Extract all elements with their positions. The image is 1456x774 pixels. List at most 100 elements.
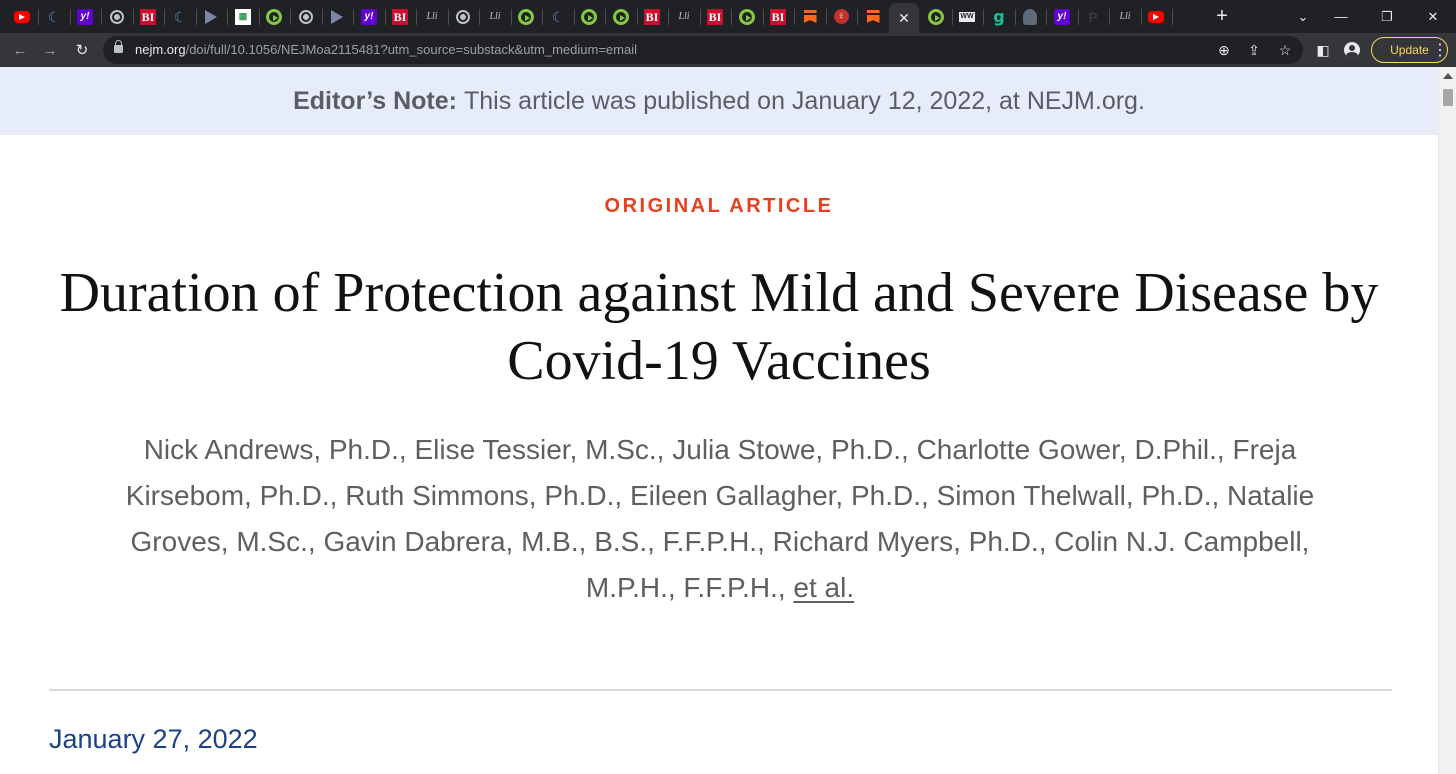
business-insider-icon: BI: [644, 8, 660, 25]
tab[interactable]: Lli: [417, 4, 447, 29]
tab[interactable]: BI: [637, 4, 667, 29]
editor-note-label: Editor’s Note:: [293, 86, 457, 115]
tab[interactable]: [732, 4, 762, 29]
tab[interactable]: [921, 4, 951, 29]
tab[interactable]: y!: [1047, 4, 1077, 29]
tab[interactable]: [1141, 4, 1171, 29]
rumble-icon: [581, 8, 597, 25]
grid-icon: ▦: [235, 8, 251, 25]
browser-menu-button[interactable]: ⋮: [1431, 37, 1449, 63]
tab[interactable]: ☾: [165, 4, 195, 29]
tab[interactable]: y!: [354, 4, 384, 29]
minimize-button[interactable]: —: [1318, 0, 1364, 33]
url-host: nejm.org: [135, 42, 186, 57]
rumble-icon: [266, 8, 282, 25]
author-list: Nick Andrews, Ph.D., Elise Tessier, M.Sc…: [110, 427, 1330, 611]
person-icon: [1023, 8, 1037, 25]
tab[interactable]: ☾: [39, 4, 69, 29]
tab-active[interactable]: ✕: [889, 3, 919, 33]
grammarly-icon: g: [993, 6, 1005, 26]
browser-toolbar: ← → ↻ nejm.org/doi/full/10.1056/NEJMoa21…: [0, 33, 1456, 67]
tab[interactable]: ☾: [543, 4, 573, 29]
forward-button[interactable]: →: [37, 37, 63, 63]
profile-icon: [1344, 42, 1360, 58]
page-scrollbar[interactable]: [1438, 67, 1456, 774]
page-viewport: Editor’s Note: This article was publishe…: [0, 67, 1438, 774]
tab[interactable]: [196, 4, 226, 29]
globe-icon: [299, 9, 313, 24]
lock-icon[interactable]: [114, 40, 123, 53]
podcast-icon: ♀: [833, 9, 849, 24]
scrollbar-thumb[interactable]: [1443, 89, 1453, 106]
tab[interactable]: [606, 4, 636, 29]
substack-icon: [866, 10, 880, 23]
shield-icon: ☾: [173, 8, 187, 25]
ll-icon: Lli: [426, 10, 438, 22]
yahoo-icon: y!: [77, 8, 93, 25]
share-icon[interactable]: ⇪: [1244, 40, 1264, 60]
tab[interactable]: BI: [133, 4, 163, 29]
ll-icon: Lli: [489, 10, 501, 22]
tab[interactable]: WW: [952, 4, 982, 29]
article-type-label: ORIGINAL ARTICLE: [604, 195, 834, 217]
reload-button[interactable]: ↻: [69, 37, 95, 63]
business-insider-icon: BI: [770, 8, 786, 25]
rumble-icon: [518, 8, 534, 25]
business-insider-icon: BI: [140, 8, 156, 25]
address-bar[interactable]: nejm.org/doi/full/10.1056/NEJMoa2115481?…: [103, 36, 1303, 64]
tab[interactable]: [574, 4, 604, 29]
bookmark-star-icon[interactable]: ☆: [1275, 40, 1295, 60]
business-insider-icon: BI: [707, 8, 723, 25]
business-insider-icon: BI: [392, 8, 408, 25]
tab[interactable]: BI: [763, 4, 793, 29]
tab[interactable]: [448, 4, 478, 29]
back-button[interactable]: ←: [7, 37, 33, 63]
globe-icon: [456, 9, 470, 24]
yahoo-icon: y!: [361, 8, 377, 25]
tab[interactable]: [259, 4, 289, 29]
et-al-link[interactable]: et al.: [793, 572, 854, 603]
tab[interactable]: [291, 4, 321, 29]
tab-separator: [1172, 9, 1173, 25]
section-divider: [49, 689, 1392, 691]
tab[interactable]: ▦: [228, 4, 258, 29]
publication-date: January 27, 2022: [49, 724, 258, 754]
tab-strip: ☾ y! BI ☾ ▦ y! BI Lli Lli ☾ BI Lli BI BI ♀ ✕ WW g y! P Lli +…: [0, 0, 1456, 33]
arrow-icon: [205, 9, 217, 24]
side-panel-icon[interactable]: ◧: [1313, 40, 1333, 60]
new-tab-button[interactable]: +: [1210, 4, 1234, 28]
tab[interactable]: y!: [70, 4, 100, 29]
tab[interactable]: BI: [700, 4, 730, 29]
tab[interactable]: [322, 4, 352, 29]
url-path: /doi/full/10.1056/NEJMoa2115481?utm_sour…: [185, 42, 637, 57]
rumble-icon: [613, 8, 629, 25]
tab[interactable]: [7, 4, 37, 29]
globe-icon: [110, 9, 124, 24]
youtube-icon: [1148, 10, 1164, 23]
youtube-icon: [14, 10, 30, 23]
arrow-icon: [331, 9, 343, 24]
tab[interactable]: Lli: [480, 4, 510, 29]
profile-avatar[interactable]: [1342, 40, 1362, 60]
close-icon[interactable]: ✕: [896, 10, 912, 26]
scroll-up-arrow-icon[interactable]: [1443, 73, 1453, 79]
close-window-button[interactable]: ✕: [1410, 0, 1456, 33]
substack-icon: [803, 10, 817, 23]
tab[interactable]: [795, 4, 825, 29]
p-icon: P: [1088, 8, 1098, 25]
shield-icon: ☾: [551, 8, 565, 25]
tab[interactable]: ♀: [826, 4, 856, 29]
url-text[interactable]: nejm.org/doi/full/10.1056/NEJMoa2115481?…: [135, 42, 637, 57]
zoom-icon[interactable]: ⊕: [1214, 40, 1234, 60]
restore-button[interactable]: ❐: [1364, 0, 1410, 33]
tab[interactable]: [858, 4, 888, 29]
tab[interactable]: Lli: [669, 4, 699, 29]
yahoo-icon: y!: [1054, 8, 1070, 25]
tab[interactable]: P: [1078, 4, 1108, 29]
tab[interactable]: BI: [385, 4, 415, 29]
tab[interactable]: [1015, 4, 1045, 29]
tab[interactable]: Lli: [1110, 4, 1140, 29]
tab[interactable]: [102, 4, 132, 29]
tab[interactable]: [511, 4, 541, 29]
tab[interactable]: g: [984, 4, 1014, 29]
